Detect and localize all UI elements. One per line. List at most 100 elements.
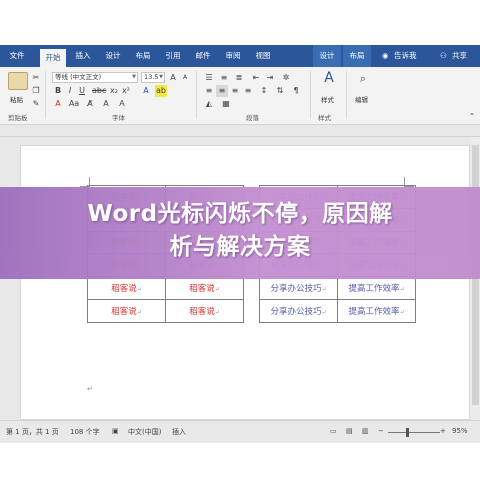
text-effects-icon[interactable]: A <box>140 85 152 97</box>
grow-font-icon[interactable]: A <box>167 72 179 84</box>
superscript-icon[interactable]: x² <box>120 85 132 97</box>
ribbon-tab-bar: 文件 开始 插入 设计 布局 引用 邮件 审阅 视图 设计 布局 ◉ 告诉我 ⚇… <box>0 45 480 67</box>
zoom-out-icon[interactable]: − <box>378 427 384 435</box>
proofing-icon[interactable]: ▣ <box>112 427 119 435</box>
cell-end-mark: ↵ <box>321 308 327 316</box>
group-divider <box>310 71 311 119</box>
phonetic-icon[interactable]: A <box>100 98 112 110</box>
tab-home[interactable]: 开始 <box>40 49 66 67</box>
group-divider <box>346 71 347 119</box>
bold-icon[interactable]: B <box>52 85 64 97</box>
cell-text: 提高工作效率 <box>348 306 400 317</box>
cell-end-mark: ↵ <box>136 308 142 316</box>
tab-design[interactable]: 设计 <box>100 45 126 67</box>
cell-text: 稻客说 <box>189 306 215 317</box>
chinese-layout-icon[interactable]: ✲ <box>280 72 292 84</box>
decrease-indent-icon[interactable]: ⇤ <box>250 72 262 84</box>
shrink-font-icon[interactable]: A <box>179 72 191 84</box>
styles-button[interactable]: 样式 <box>321 94 334 104</box>
print-layout-icon[interactable]: ▤ <box>346 427 353 435</box>
web-layout-icon[interactable]: ▥ <box>362 427 369 435</box>
table-cell[interactable]: 分享办公技巧↵ <box>259 298 338 323</box>
font-size-select[interactable]: 13.5 ▼ <box>141 72 165 83</box>
cell-end-mark: ↵ <box>399 286 405 294</box>
table-row: 稻客说↵稻客说↵ <box>87 298 244 323</box>
cut-icon[interactable]: ✂ <box>30 72 42 84</box>
multilevel-list-icon[interactable]: ≣ <box>233 72 245 84</box>
cell-end-mark: ↵ <box>214 308 220 316</box>
cell-text: 稻客说 <box>111 284 137 295</box>
tab-view[interactable]: 视图 <box>250 45 276 67</box>
tab-mailings[interactable]: 邮件 <box>190 45 216 67</box>
zoom-in-icon[interactable]: + <box>440 427 446 435</box>
clear-format-icon[interactable]: A̸ <box>84 98 96 110</box>
tell-me-box[interactable]: 告诉我 <box>394 45 417 67</box>
tab-table-layout[interactable]: 布局 <box>343 45 371 67</box>
group-divider <box>196 71 197 119</box>
change-case-icon[interactable]: Aa <box>68 98 80 110</box>
zoom-slider-thumb[interactable] <box>406 428 409 437</box>
paragraph-mark: ↵ <box>87 385 93 393</box>
ruler <box>0 125 480 137</box>
italic-icon[interactable]: I <box>64 85 76 97</box>
borders-icon[interactable]: ▦ <box>220 98 232 110</box>
sort-icon[interactable]: ⇅ <box>274 85 286 97</box>
align-left-icon[interactable]: ≡ <box>203 85 215 97</box>
line-spacing-icon[interactable]: ↕ <box>258 85 270 97</box>
bullets-icon[interactable]: ☰ <box>203 72 215 84</box>
highlight-icon[interactable]: ab <box>155 85 167 97</box>
table-cell[interactable]: 稻客说↵ <box>165 276 244 300</box>
shading-icon[interactable]: ◭ <box>203 98 215 110</box>
banner-title-line2: 析与解决方案 <box>169 234 311 260</box>
find-icon[interactable]: ⌕ <box>356 73 370 87</box>
char-border-icon[interactable]: Ａ <box>116 98 128 110</box>
table-row: 稻客说↵稻客说↵ <box>87 276 244 300</box>
format-painter-icon[interactable]: ✎ <box>30 98 42 110</box>
table-cell[interactable]: 分享办公技巧↵ <box>259 276 338 300</box>
table-cell[interactable]: 提高工作效率↵ <box>337 276 416 300</box>
tab-references[interactable]: 引用 <box>160 45 186 67</box>
align-center-icon[interactable]: ≡ <box>216 85 228 97</box>
paragraph-group-label: 段落 <box>246 114 259 122</box>
share-button[interactable]: 共享 <box>452 45 467 67</box>
copy-icon[interactable]: ❐ <box>30 85 42 97</box>
tab-review[interactable]: 审阅 <box>220 45 246 67</box>
page-count[interactable]: 第 1 页，共 1 页 <box>6 427 59 437</box>
align-right-icon[interactable]: ≡ <box>229 85 241 97</box>
increase-indent-icon[interactable]: ⇥ <box>264 72 276 84</box>
lightbulb-icon: ◉ <box>382 51 389 60</box>
banner-title-line1: Word光标闪烁不停，原因解 <box>87 201 393 227</box>
group-divider <box>45 71 46 119</box>
language-indicator[interactable]: 中文(中国) <box>128 427 161 437</box>
tab-table-design[interactable]: 设计 <box>313 45 341 67</box>
styles-icon[interactable]: A <box>320 71 338 90</box>
tab-insert[interactable]: 插入 <box>70 45 96 67</box>
tab-layout[interactable]: 布局 <box>130 45 156 67</box>
banner-title: Word光标闪烁不停，原因解 析与解决方案 <box>0 198 480 264</box>
zoom-level[interactable]: 95% <box>452 427 468 435</box>
table-cell[interactable]: 稻客说↵ <box>87 298 166 323</box>
word-count[interactable]: 108 个字 <box>70 427 100 437</box>
read-mode-icon[interactable]: ▭ <box>330 427 337 435</box>
show-marks-icon[interactable]: ¶ <box>290 85 302 97</box>
status-bar: 第 1 页，共 1 页 108 个字 ▣ 中文(中国) 插入 ▭ ▤ ▥ − +… <box>0 420 480 443</box>
collapse-ribbon-icon[interactable]: ⌃ <box>466 111 478 123</box>
tab-file[interactable]: 文件 <box>4 45 30 67</box>
cell-end-mark: ↵ <box>136 286 142 294</box>
justify-icon[interactable]: ≡ <box>242 85 254 97</box>
strikethrough-icon[interactable]: abc <box>92 85 106 97</box>
table-cell[interactable]: 稻客说↵ <box>165 298 244 323</box>
font-name-select[interactable]: 等线 (中文正文) ▼ <box>52 72 138 83</box>
underline-icon[interactable]: U <box>76 85 88 97</box>
paste-button[interactable]: 粘贴 <box>10 94 23 104</box>
table-cell[interactable]: 稻客说↵ <box>87 276 166 300</box>
editing-button[interactable]: 编辑 <box>355 94 368 104</box>
cell-text: 提高工作效率 <box>348 284 400 295</box>
table-cell[interactable]: 提高工作效率↵ <box>337 298 416 323</box>
subscript-icon[interactable]: x₂ <box>108 85 120 97</box>
font-color-icon[interactable]: A <box>52 98 64 110</box>
zoom-slider[interactable] <box>388 432 440 433</box>
paste-icon[interactable] <box>8 72 28 90</box>
insert-mode[interactable]: 插入 <box>172 427 186 437</box>
numbering-icon[interactable]: ≡ <box>218 72 230 84</box>
